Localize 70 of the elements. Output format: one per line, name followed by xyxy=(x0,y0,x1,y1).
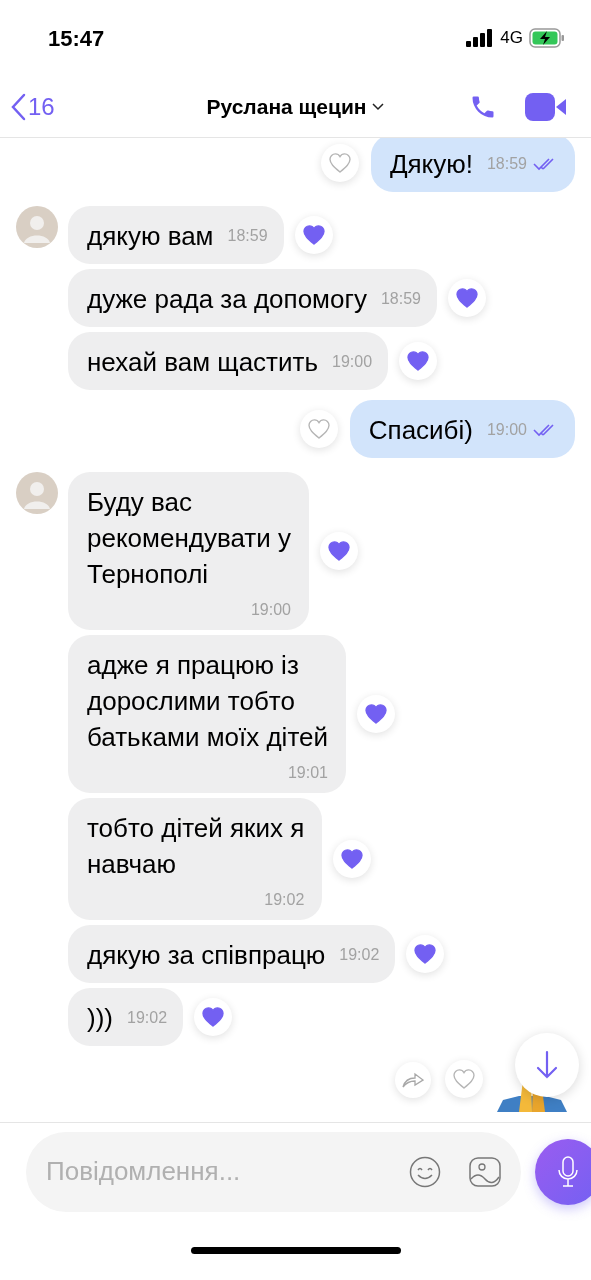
forward-button[interactable] xyxy=(395,1062,431,1098)
message-time: 19:02 xyxy=(264,890,305,910)
signal-icon xyxy=(466,29,495,47)
heart-icon xyxy=(365,704,387,724)
heart-icon xyxy=(328,153,351,173)
message-text: ))) xyxy=(87,1002,113,1035)
microphone-icon xyxy=(557,1155,579,1188)
like-button[interactable] xyxy=(447,279,486,317)
message-text: нехай вам щастить xyxy=(87,346,318,379)
like-button[interactable] xyxy=(320,532,358,570)
message-field[interactable]: Повідомлення... xyxy=(26,1131,521,1212)
heart-icon xyxy=(202,1007,225,1027)
message-text: дуже рада за допомогу xyxy=(87,283,367,316)
smiley-icon[interactable] xyxy=(409,1155,441,1188)
message-bubble[interactable]: Буду вас рекомендувати у Тернополі 19:00 xyxy=(68,472,309,630)
forward-icon xyxy=(402,1072,424,1088)
heart-icon xyxy=(407,351,430,371)
message-bubble[interactable]: дякую за співпрацю 19:02 xyxy=(68,925,396,983)
message-text: дякую за співпрацю xyxy=(87,939,326,972)
message-bubble[interactable]: тобто дітей яких я навчаю 19:02 xyxy=(68,798,323,920)
heart-icon xyxy=(455,288,478,308)
microphone-button[interactable] xyxy=(535,1138,591,1205)
heart-icon xyxy=(341,849,364,869)
message-time: 19:01 xyxy=(287,763,328,783)
message-time: 19:02 xyxy=(339,945,380,965)
message-bubble[interactable]: Спасибі) 19:00 xyxy=(349,400,575,458)
message-bubble[interactable]: Дякую! 18:59 xyxy=(370,138,575,192)
heart-icon xyxy=(307,419,330,439)
message-time: 19:00 xyxy=(250,600,291,620)
message-time: 18:59 xyxy=(486,154,527,174)
avatar xyxy=(16,472,58,514)
message-bubble[interactable]: адже я працюю із дорослими тобто батьками моїх дітей 19:01 xyxy=(68,635,346,793)
battery-charging-icon xyxy=(529,28,565,48)
message-input[interactable]: Повідомлення... xyxy=(46,1151,381,1192)
like-button[interactable] xyxy=(333,840,372,878)
message-bubble[interactable]: нехай вам щастить 19:00 xyxy=(68,332,389,390)
message-text: тобто дітей яких я навчаю xyxy=(87,812,305,881)
message-text: Дякую! xyxy=(389,148,473,181)
chevron-down-icon xyxy=(372,102,385,111)
like-button[interactable] xyxy=(194,998,233,1036)
message-text: дякую вам xyxy=(87,220,214,253)
message-time: 19:00 xyxy=(486,420,527,440)
message-text: Буду вас рекомендувати у Тернополі xyxy=(87,486,291,591)
message-bubble[interactable]: ))) 19:02 xyxy=(68,988,184,1046)
message-text: адже я працюю із дорослими тобто батьками моїх дітей xyxy=(87,649,328,754)
message-text: Спасибі) xyxy=(368,414,473,447)
video-camera-icon[interactable] xyxy=(525,92,567,121)
heart-icon xyxy=(328,541,350,561)
message-time: 19:00 xyxy=(332,352,373,372)
chevron-left-icon xyxy=(10,92,26,121)
status-time: 15:47 xyxy=(48,24,105,53)
message-time: 18:59 xyxy=(227,226,268,246)
heart-icon xyxy=(302,225,325,245)
heart-icon xyxy=(453,1069,475,1089)
arrow-down-icon xyxy=(535,1050,559,1080)
image-icon[interactable] xyxy=(469,1156,501,1187)
like-button[interactable] xyxy=(294,216,333,254)
like-button[interactable] xyxy=(357,695,395,733)
avatar xyxy=(16,206,58,248)
message-time: 19:02 xyxy=(127,1008,168,1028)
back-button[interactable]: 16 xyxy=(10,88,130,125)
message-bubble[interactable]: дуже рада за допомогу 18:59 xyxy=(68,269,437,327)
like-button[interactable] xyxy=(406,935,445,973)
chat-title[interactable]: Руслана щецин xyxy=(130,90,461,123)
heart-icon xyxy=(414,944,437,964)
message-time: 18:59 xyxy=(380,289,421,309)
like-button[interactable] xyxy=(399,342,438,380)
scroll-down-button[interactable] xyxy=(515,1033,579,1097)
network-label: 4G xyxy=(500,27,523,50)
message-bubble[interactable]: дякую вам 18:59 xyxy=(68,206,284,264)
